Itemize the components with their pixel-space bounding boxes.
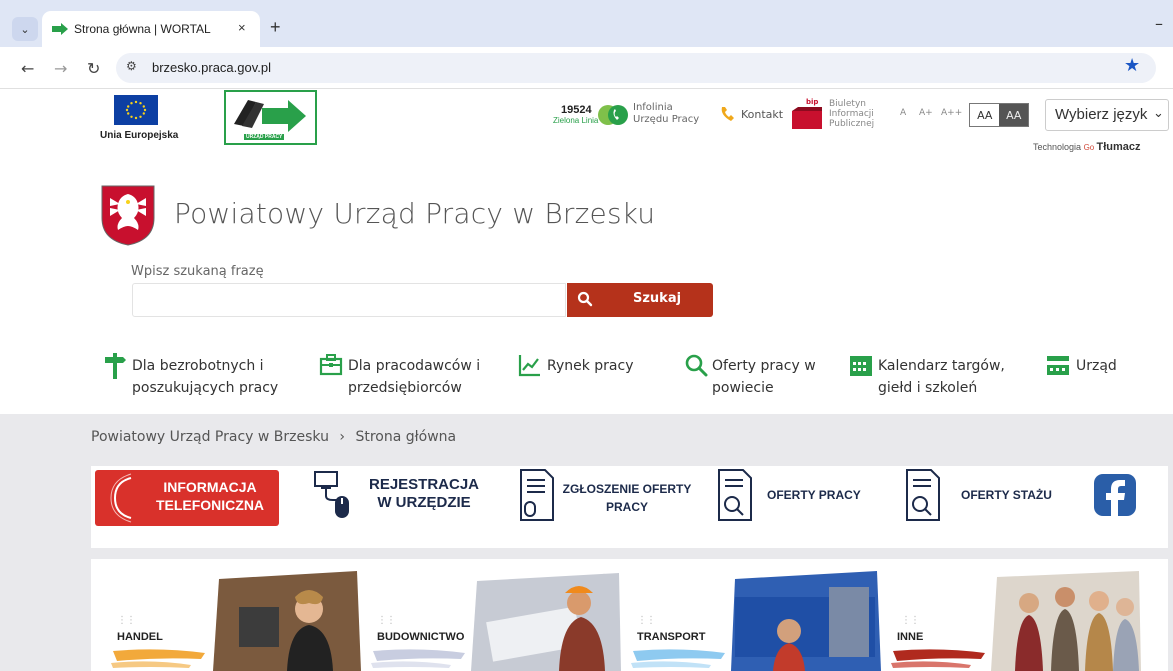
bip-label: bip bbox=[806, 98, 819, 106]
brush-stroke-icon bbox=[891, 649, 985, 668]
infolinia-text: Infolinia Urzędu Pracy bbox=[633, 102, 700, 125]
language-select[interactable]: Wybierz język ⌄ bbox=[1045, 99, 1169, 131]
search-label: Wpisz szukaną frazę bbox=[131, 264, 264, 279]
site-title: Powiatowy Urząd Pracy w Brzesku bbox=[174, 197, 656, 230]
document-search-icon bbox=[718, 469, 752, 521]
signpost-icon bbox=[105, 353, 126, 379]
forward-arrow-icon[interactable]: → bbox=[54, 59, 67, 78]
urzad-pracy-logo[interactable]: URZĄD PRACY bbox=[224, 90, 317, 145]
eu-flag-icon[interactable] bbox=[114, 95, 158, 125]
back-arrow-icon[interactable]: ← bbox=[21, 59, 34, 78]
drag-dots-icon: ⋮⋮ bbox=[377, 615, 396, 626]
building-icon bbox=[1047, 356, 1069, 375]
computer-mouse-icon bbox=[314, 471, 349, 518]
chevron-down-icon: ⌄ bbox=[1153, 105, 1164, 120]
facebook-icon[interactable] bbox=[1094, 474, 1136, 516]
category-label: BUDOWNICTWO bbox=[377, 631, 465, 643]
category-photo-handel bbox=[213, 571, 361, 671]
category-handel[interactable]: ⋮⋮ ⋮⋮ HANDEL bbox=[91, 559, 361, 671]
bookmark-star-icon[interactable]: ★ bbox=[1124, 55, 1140, 76]
search-icon bbox=[577, 291, 593, 307]
reload-icon[interactable]: ↻ bbox=[87, 59, 100, 78]
breadcrumb-current: Strona główna bbox=[355, 429, 457, 445]
category-photo-transport bbox=[731, 571, 881, 671]
quicklinks-bar: INFORMACJA TELEFONICZNA REJESTRACJA W URZĘ… bbox=[91, 466, 1168, 548]
arrow-favicon-icon bbox=[52, 23, 68, 35]
contrast-switcher: AA AA bbox=[969, 103, 1029, 127]
browser-toolbar: ← → ↻ ⚙ brzesko.praca.gov.pl ★ bbox=[0, 47, 1173, 89]
tab-close-icon[interactable]: × bbox=[238, 20, 246, 35]
font-size-normal[interactable]: A bbox=[900, 108, 906, 118]
brush-stroke-icon bbox=[631, 649, 725, 668]
language-select-value: Wybierz język bbox=[1055, 106, 1148, 123]
bip-text[interactable]: Biuletyn Informacji Publicznej bbox=[829, 99, 874, 129]
category-transport[interactable]: ⋮⋮ ⋮⋮ TRANSPORT bbox=[611, 559, 881, 671]
infolinia-link[interactable]: 19524 Zielona Linia Infolinia Urzędu Pra… bbox=[553, 102, 703, 132]
search-button-label: Szukaj bbox=[633, 291, 682, 306]
category-photo-budownictwo bbox=[471, 573, 621, 671]
up-logo-label: URZĄD PRACY bbox=[244, 134, 285, 140]
breadcrumb: Powiatowy Urząd Pracy w Brzesku › Strona… bbox=[91, 429, 456, 445]
url-text: brzesko.praca.gov.pl bbox=[152, 60, 271, 75]
contrast-high-button[interactable]: AA bbox=[999, 104, 1028, 126]
phone-handset-icon bbox=[110, 473, 132, 523]
new-tab-button[interactable]: + bbox=[270, 17, 281, 38]
quicklink-registration[interactable]: REJESTRACJA W URZĘDZIE bbox=[313, 466, 493, 526]
quicklink-submit-offer[interactable]: ZGŁOSZENIE OFERTY PRACY bbox=[519, 466, 699, 526]
kontakt-link[interactable]: Kontakt bbox=[741, 108, 783, 121]
font-size-medium[interactable]: A+ bbox=[919, 108, 933, 118]
quicklink-job-offers[interactable]: OFERTY PRACY bbox=[717, 466, 877, 526]
category-label: HANDEL bbox=[117, 631, 163, 643]
google-icon: Go bbox=[1083, 143, 1097, 152]
drag-dots-icon: ⋮⋮ bbox=[117, 615, 136, 626]
browser-tab[interactable]: Strona główna | WORTAL × bbox=[42, 11, 260, 47]
tab-search-button[interactable]: ⌄ bbox=[12, 17, 38, 41]
search-input[interactable] bbox=[132, 283, 566, 317]
category-photo-inne bbox=[991, 571, 1141, 671]
brush-stroke-icon bbox=[371, 649, 465, 668]
document-mouse-icon bbox=[520, 469, 554, 521]
document-search-icon bbox=[906, 469, 940, 521]
drag-dots-icon: ⋮⋮ bbox=[637, 615, 656, 626]
browser-tabstrip: ⌄ Strona główna | WORTAL × + – bbox=[0, 0, 1173, 47]
category-inne[interactable]: ⋮⋮ ⋮⋮ INNE bbox=[871, 559, 1142, 671]
quicklink-phone-info[interactable]: INFORMACJA TELEFONICZNA bbox=[95, 470, 279, 526]
eu-label: Unia Europejska bbox=[100, 130, 179, 141]
chevron-down-icon: ⌄ bbox=[20, 22, 30, 36]
google-translate-credit[interactable]: Technologia Go Tłumacz bbox=[1033, 141, 1140, 153]
minimize-button[interactable]: – bbox=[1155, 14, 1163, 33]
infolinia-number: 19524 bbox=[561, 104, 592, 116]
search-button[interactable]: Szukaj bbox=[567, 283, 713, 317]
search-icon bbox=[685, 354, 708, 377]
category-label: TRANSPORT bbox=[637, 631, 706, 643]
address-bar[interactable]: ⚙ brzesko.praca.gov.pl bbox=[116, 53, 1156, 83]
contrast-normal-button[interactable]: AA bbox=[970, 104, 1000, 126]
phone-icon bbox=[598, 105, 628, 125]
phone-contact-icon bbox=[721, 107, 734, 121]
brush-stroke-icon bbox=[111, 649, 205, 668]
font-size-large[interactable]: A++ bbox=[941, 108, 962, 118]
chart-line-icon bbox=[518, 355, 540, 377]
briefcase-icon bbox=[319, 354, 343, 376]
site-info-icon[interactable]: ⚙ bbox=[126, 59, 137, 73]
page: Unia Europejska URZĄD PRACY 19524 Zielon… bbox=[0, 89, 1173, 671]
quicklink-internships[interactable]: OFERTY STAŻU bbox=[905, 466, 1075, 526]
tab-title: Strona główna | WORTAL bbox=[74, 22, 211, 36]
calendar-icon bbox=[850, 356, 872, 376]
breadcrumb-home-link[interactable]: Powiatowy Urząd Pracy w Brzesku bbox=[91, 429, 329, 445]
coat-of-arms-icon[interactable] bbox=[100, 184, 156, 246]
infolinia-green-label: Zielona Linia bbox=[553, 116, 599, 125]
bip-logo-icon[interactable]: bip bbox=[792, 98, 822, 129]
breadcrumb-separator: › bbox=[339, 429, 346, 445]
drag-dots-icon: ⋮⋮ bbox=[901, 615, 920, 626]
category-budownictwo[interactable]: ⋮⋮ ⋮⋮ BUDOWNICTWO bbox=[351, 559, 621, 671]
categories-strip: ⋮⋮ ⋮⋮ HANDEL ⋮⋮ ⋮⋮ bbox=[91, 559, 1168, 671]
category-label: INNE bbox=[897, 631, 924, 643]
